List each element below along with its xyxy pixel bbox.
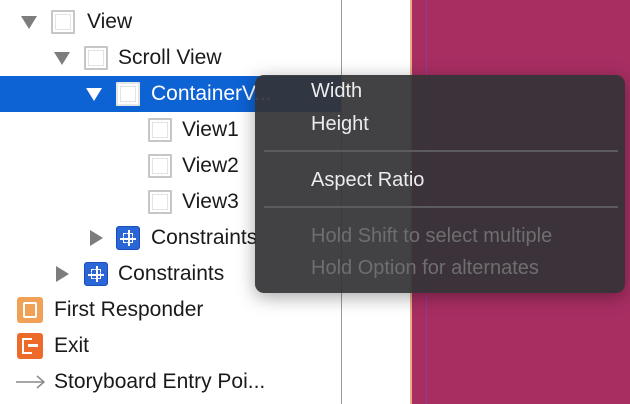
- constraint-context-menu: Width Height Aspect Ratio Hold Shift to …: [255, 75, 625, 293]
- disclosure-collapsed-icon[interactable]: [90, 230, 103, 246]
- menu-hint-shift: Hold Shift to select multiple: [311, 225, 553, 247]
- outline-item-label: View2: [182, 154, 239, 177]
- menu-separator: [264, 206, 618, 208]
- menu-item-width[interactable]: Width: [311, 80, 362, 103]
- view-box-icon: [148, 190, 172, 214]
- outline-item-label: Exit: [54, 334, 90, 357]
- outline-item-label: Constraints: [151, 226, 258, 249]
- outline-item-scroll-view[interactable]: Scroll View: [0, 40, 342, 76]
- outline-item-view[interactable]: View: [0, 4, 342, 40]
- disclosure-collapsed-icon[interactable]: [56, 266, 69, 282]
- first-responder-icon: [17, 297, 43, 323]
- view-box-icon: [148, 118, 172, 142]
- outline-item-label: Scroll View: [118, 46, 222, 69]
- outline-item-label: Storyboard Entry Poi...: [54, 370, 266, 393]
- menu-item-height[interactable]: Height: [311, 113, 369, 136]
- entry-arrow-icon: [16, 375, 46, 389]
- view-box-icon: [51, 10, 75, 34]
- outline-item-label: View3: [182, 190, 239, 213]
- exit-icon: [17, 333, 43, 359]
- outline-item-first-responder[interactable]: First Responder: [0, 292, 342, 328]
- constraints-icon: [84, 262, 108, 286]
- outline-item-storyboard-entry-point[interactable]: Storyboard Entry Poi...: [0, 364, 342, 400]
- outline-item-label: First Responder: [54, 298, 204, 321]
- constraints-icon: [116, 226, 140, 250]
- view-box-icon: [148, 154, 172, 178]
- outline-item-label: View1: [182, 118, 239, 141]
- disclosure-expanded-icon[interactable]: [86, 88, 102, 101]
- disclosure-expanded-icon[interactable]: [21, 16, 37, 29]
- menu-separator: [264, 150, 618, 152]
- outline-item-label: ContainerV...: [151, 82, 272, 105]
- outline-item-label: View: [87, 10, 133, 33]
- menu-hint-option: Hold Option for alternates: [311, 257, 539, 279]
- disclosure-expanded-icon[interactable]: [54, 52, 70, 65]
- view-box-icon: [84, 46, 108, 70]
- view-box-icon: [116, 82, 140, 106]
- menu-item-aspect-ratio[interactable]: Aspect Ratio: [311, 169, 424, 192]
- outline-item-label: Constraints: [118, 262, 225, 285]
- outline-item-exit[interactable]: Exit: [0, 328, 342, 364]
